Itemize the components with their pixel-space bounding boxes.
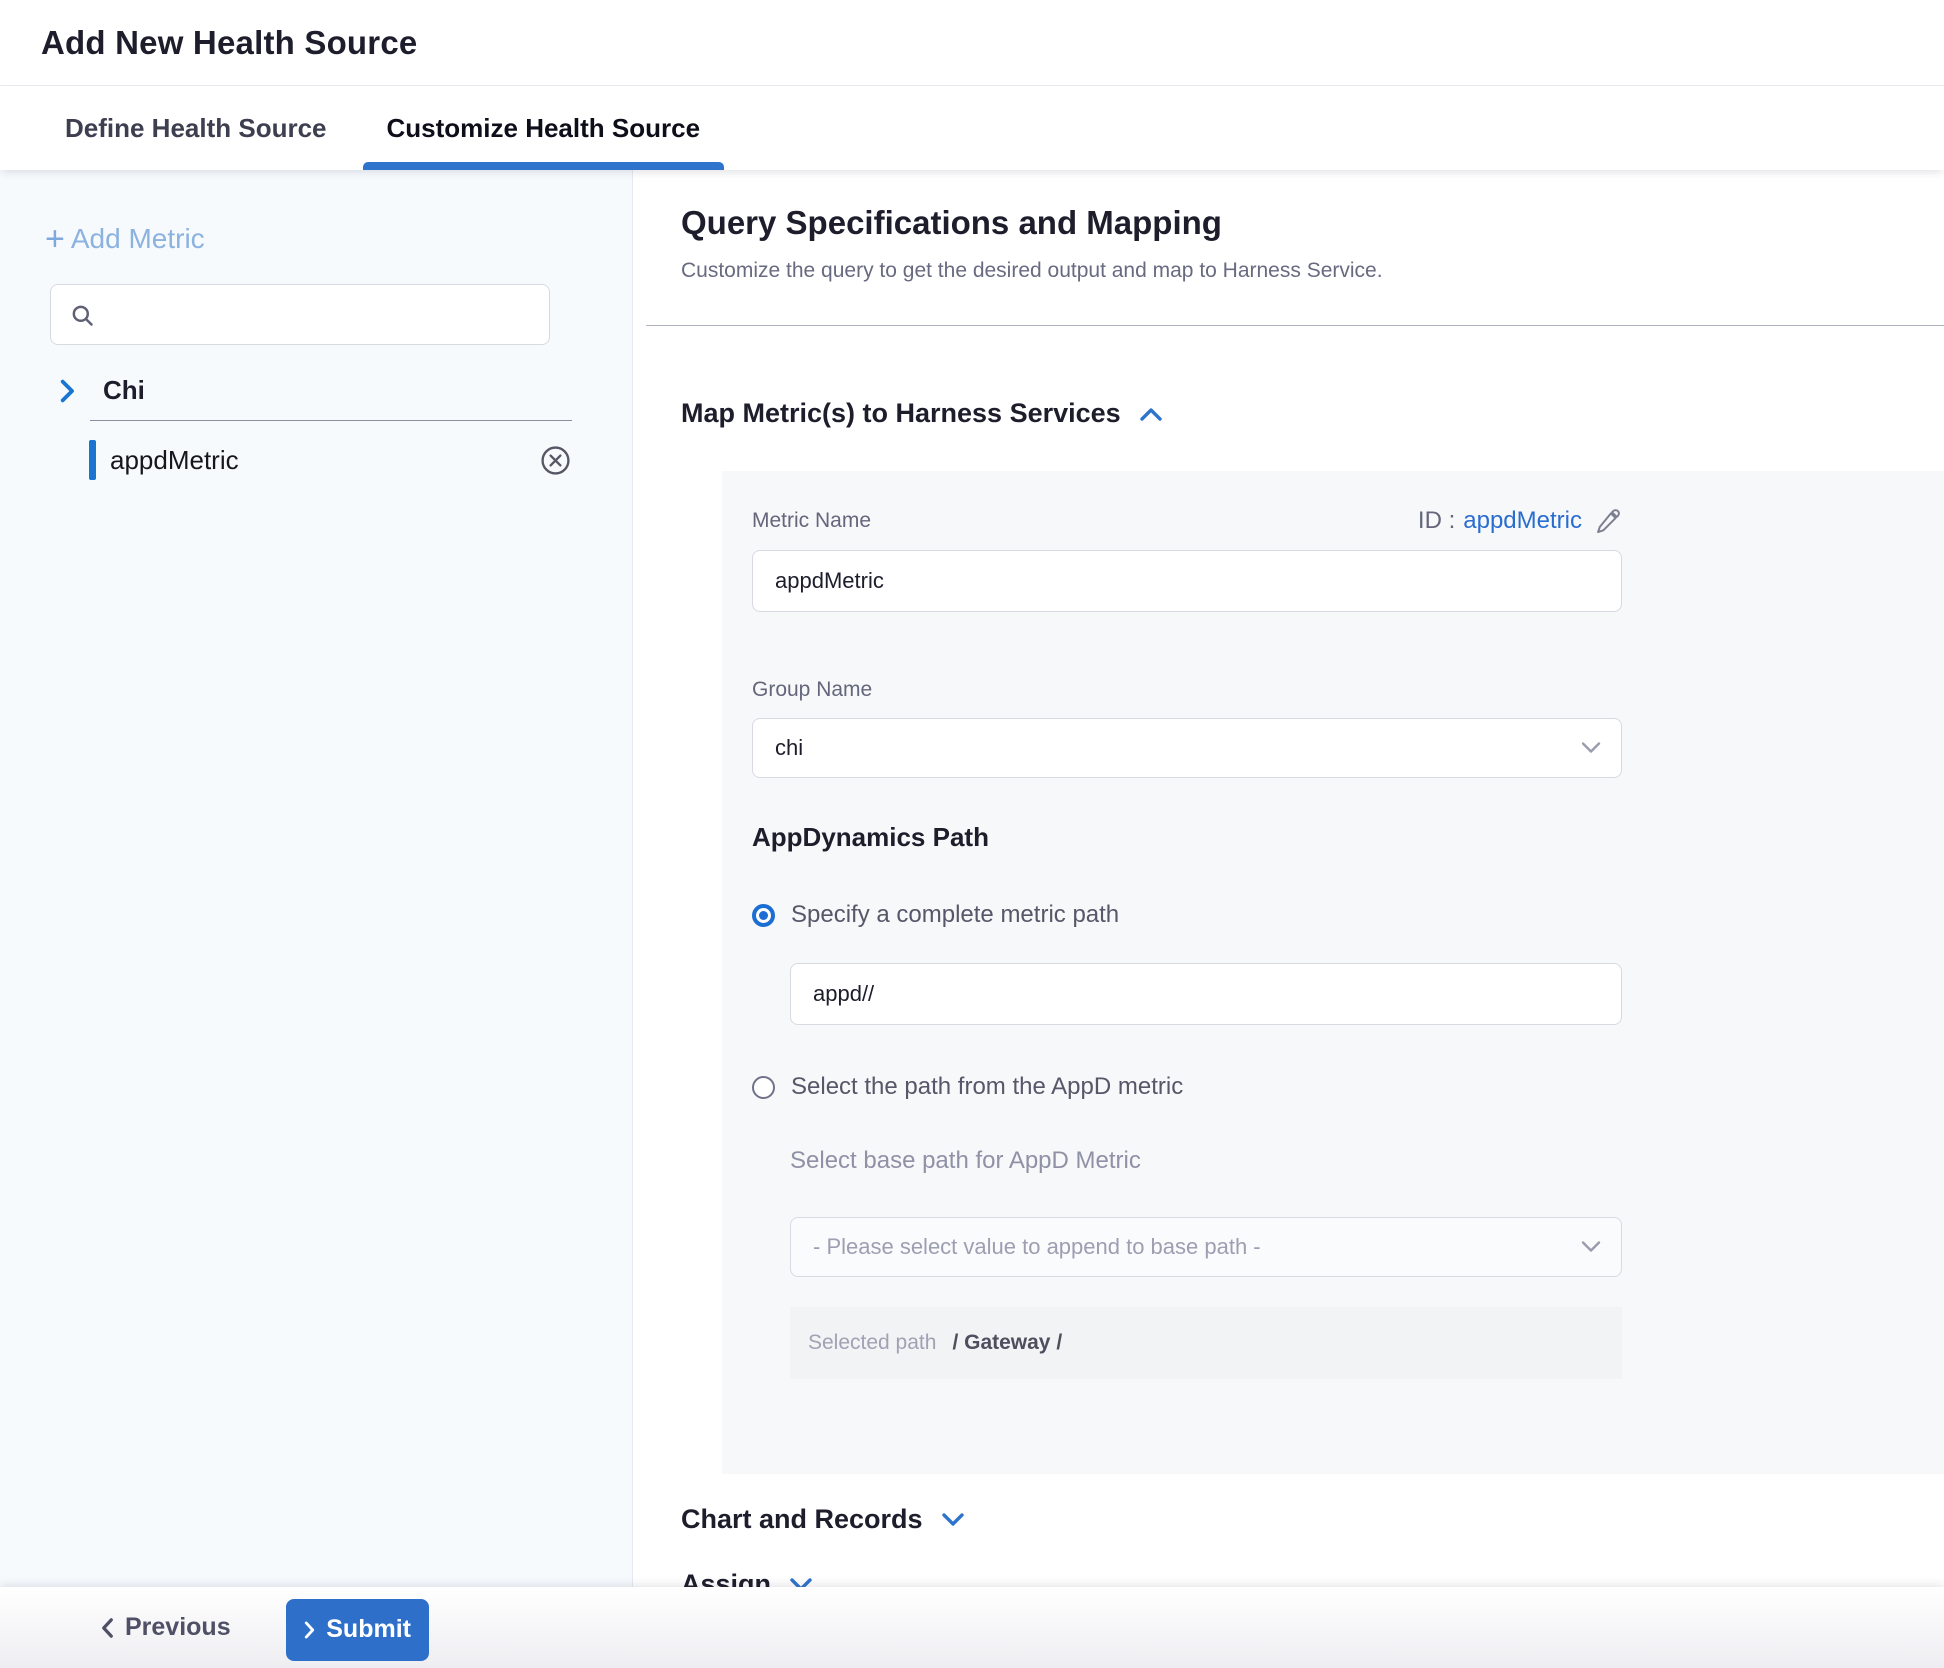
radio-selected-icon[interactable] [752,904,775,927]
chevron-down-icon [789,1577,813,1588]
sidebar-item-appdmetric[interactable]: appdMetric [0,435,632,485]
chart-and-records-section-toggle[interactable]: Chart and Records [681,1504,1944,1535]
remove-metric-icon[interactable] [540,445,571,476]
tab-customize-health-source[interactable]: Customize Health Source [363,86,725,170]
map-metrics-section-toggle[interactable]: Map Metric(s) to Harness Services [681,398,1944,429]
chevron-down-icon [941,1512,965,1528]
add-metric-button[interactable]: + Add Metric [45,222,632,256]
search-input[interactable] [109,302,509,328]
submit-button[interactable]: Submit [286,1599,429,1661]
chevron-down-icon [1581,741,1601,754]
metric-search [50,284,550,345]
tab-label: Customize Health Source [387,113,701,144]
map-metrics-title: Map Metric(s) to Harness Services [681,398,1121,429]
wizard-footer: Previous Submit [0,1587,1944,1668]
base-path-label: Select base path for AppD Metric [790,1147,1944,1175]
radio-unselected-icon[interactable] [752,1076,775,1099]
tab-label: Define Health Source [65,113,327,144]
metric-name-input[interactable] [752,550,1622,612]
metric-name-row: Metric Name ID : appdMetric [752,507,1622,535]
previous-label: Previous [125,1613,231,1642]
radio-label: Specify a complete metric path [791,901,1119,929]
plus-icon: + [45,222,65,256]
section-subheading: Customize the query to get the desired o… [681,259,1944,283]
metric-mapping-card: Metric Name ID : appdMetric Group Name c… [722,471,1944,1474]
group-name-label: Group Name [752,678,1944,702]
chart-and-records-title: Chart and Records [681,1504,923,1535]
metric-id: ID : appdMetric [1418,507,1622,535]
metric-name-label: Metric Name [752,509,871,533]
previous-button[interactable]: Previous [100,1613,231,1642]
tab-define-health-source[interactable]: Define Health Source [41,86,351,170]
base-path-select[interactable]: - Please select value to append to base … [790,1217,1622,1277]
selected-path-label: Selected path [808,1331,936,1355]
chevron-left-icon [100,1616,115,1640]
radio-complete-metric-path[interactable]: Specify a complete metric path [752,901,1944,929]
appdynamics-path-heading: AppDynamics Path [752,822,1944,853]
modal-body: + Add Metric Chi appdMetric [0,170,1944,1587]
base-path-placeholder: - Please select value to append to base … [813,1234,1261,1260]
tab-bar: Define Health Source Customize Health So… [0,86,1944,170]
modal-header: Add New Health Source [0,0,1944,86]
selected-path-value: / Gateway / [952,1331,1062,1355]
query-spec-panel: Query Specifications and Mapping Customi… [633,170,1944,1587]
search-icon [69,302,96,329]
radio-select-path-from-appd[interactable]: Select the path from the AppD metric [752,1073,1944,1101]
assign-title: Assign [681,1569,771,1587]
chevron-up-icon [1139,406,1163,422]
selected-path-box: Selected path / Gateway / [790,1307,1622,1379]
chevron-right-icon [57,378,77,404]
complete-metric-path-input[interactable] [790,963,1622,1025]
heading-divider [646,325,1944,326]
add-metric-label: Add Metric [71,223,205,255]
sidebar-divider [90,420,572,421]
group-name-value: chi [775,735,803,761]
chevron-down-icon [1581,1240,1601,1253]
group-name: Chi [103,375,145,406]
assign-section-toggle[interactable]: Assign [681,1569,1944,1587]
group-name-select[interactable]: chi [752,718,1622,778]
sidebar-group-chi[interactable]: Chi [57,375,632,406]
page-title: Add New Health Source [41,24,417,62]
chevron-right-icon [303,1619,316,1641]
metric-item-label: appdMetric [110,445,239,476]
section-heading: Query Specifications and Mapping [681,204,1944,242]
id-value-link[interactable]: appdMetric [1463,507,1582,535]
submit-label: Submit [326,1615,411,1644]
id-prefix: ID : [1418,507,1455,535]
edit-pencil-icon[interactable] [1594,507,1622,535]
metrics-sidebar: + Add Metric Chi appdMetric [0,170,633,1587]
selected-indicator-bar [89,440,96,480]
radio-label: Select the path from the AppD metric [791,1073,1183,1101]
add-health-source-modal: Add New Health Source Define Health Sour… [0,0,1944,1668]
